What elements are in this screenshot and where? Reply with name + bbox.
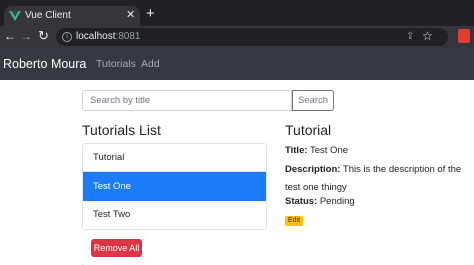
detail-description-row: Description: This is the description of …: [285, 164, 461, 176]
browser-toolbar: ← → ↻ i localhost:8081 ⇪ ☆: [0, 26, 474, 48]
remove-all-button[interactable]: Remove All: [91, 239, 142, 257]
status-value: Pending: [319, 196, 355, 207]
browser-tab[interactable]: Vue Client ✕: [4, 6, 140, 26]
info-icon[interactable]: i: [62, 32, 72, 42]
browser-tab-strip: Vue Client ✕ +: [0, 0, 474, 26]
app-navbar: Roberto Moura Tutorials Add: [0, 48, 474, 80]
search-input[interactable]: Search by title: [82, 90, 292, 111]
description-value-line1: This is the description of the: [342, 164, 462, 175]
address-bar[interactable]: i localhost:8081 ⇪ ☆: [56, 28, 448, 46]
detail-title-row: Title: Test One: [285, 145, 348, 157]
list-item[interactable]: Test Two: [83, 201, 266, 229]
arrow-right-icon[interactable]: →: [20, 29, 32, 43]
navbar-brand[interactable]: Roberto Moura: [3, 56, 86, 72]
title-label: Title:: [285, 145, 308, 156]
star-icon[interactable]: ☆: [422, 29, 433, 43]
arrow-left-icon[interactable]: ←: [4, 29, 16, 43]
list-item-active[interactable]: Test One: [83, 172, 266, 201]
status-label: Status:: [285, 196, 318, 207]
extension-icon[interactable]: [458, 29, 470, 43]
share-icon[interactable]: ⇪: [406, 30, 414, 44]
search-placeholder: Search by title: [90, 95, 151, 106]
tutorials-list: Tutorial Test One Test Two: [82, 143, 267, 230]
description-value-line2: test one thingy: [285, 182, 347, 193]
detail-heading: Tutorial: [285, 122, 332, 138]
list-item[interactable]: Tutorial: [83, 144, 266, 172]
description-label: Description:: [285, 164, 341, 175]
close-icon[interactable]: ✕: [126, 8, 135, 22]
vue-logo-icon: [9, 11, 21, 21]
reload-icon[interactable]: ↻: [38, 29, 49, 43]
tutorials-list-title: Tutorials List: [82, 122, 161, 138]
edit-button[interactable]: Edit: [285, 216, 304, 226]
title-value: Test One: [310, 145, 349, 156]
url-host: localhost: [76, 31, 116, 42]
url-text: localhost:8081: [76, 31, 141, 43]
url-port: :8081: [115, 31, 141, 42]
search-button[interactable]: Search: [292, 90, 334, 111]
nav-link-tutorials[interactable]: Tutorials: [96, 57, 136, 71]
nav-link-add[interactable]: Add: [141, 57, 160, 71]
plus-icon[interactable]: +: [146, 6, 155, 22]
tab-title: Vue Client: [25, 10, 71, 21]
detail-status-row: Status: Pending: [285, 196, 355, 208]
